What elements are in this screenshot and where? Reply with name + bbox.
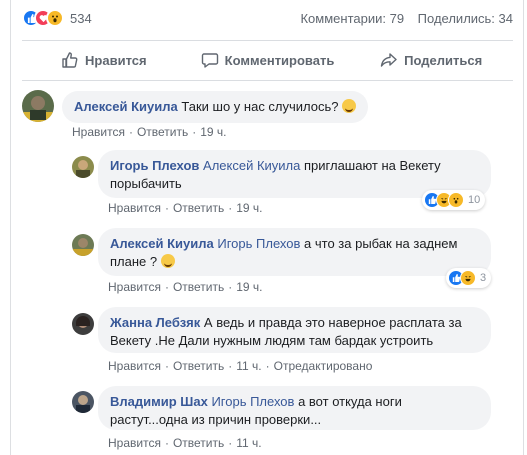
comments-count-link[interactable]: Комментарии: 79 bbox=[300, 11, 404, 26]
avatar[interactable] bbox=[72, 234, 94, 256]
comment-timestamp[interactable]: 11 ч. bbox=[236, 359, 261, 373]
grinning-emoji-icon bbox=[160, 254, 175, 268]
comment-author[interactable]: Жанна Лебзяк bbox=[110, 315, 200, 330]
comment-like-link[interactable]: Нравится bbox=[108, 359, 161, 373]
reaction-count: 10 bbox=[468, 194, 481, 206]
comment-meta: Нравится · Ответить · 19 ч. bbox=[72, 125, 227, 139]
like-button-label: Нравится bbox=[85, 52, 147, 68]
comment-like-link[interactable]: Нравится bbox=[72, 125, 125, 139]
shares-count-link[interactable]: Поделились: 34 bbox=[418, 11, 513, 26]
avatar[interactable] bbox=[72, 313, 94, 335]
comment-timestamp[interactable]: 19 ч. bbox=[200, 125, 226, 139]
comment-author[interactable]: Алексей Киуила bbox=[74, 99, 178, 114]
comment-like-link[interactable]: Нравится bbox=[108, 201, 161, 215]
divider bbox=[22, 40, 513, 41]
comment-author[interactable]: Игорь Плехов bbox=[110, 158, 199, 173]
comment-meta: Нравится · Ответить · 19 ч. bbox=[108, 201, 263, 215]
comment-meta: Нравится · Ответить · 19 ч. bbox=[108, 280, 263, 294]
avatar[interactable] bbox=[72, 391, 94, 413]
comment-bubble: Жанна Лебзяк А ведь и правда это наверно… bbox=[98, 307, 491, 353]
comment-timestamp[interactable]: 11 ч. bbox=[236, 436, 261, 450]
divider bbox=[22, 80, 513, 81]
comment-meta: Нравится · Ответить · 11 ч. bbox=[108, 436, 262, 450]
comment-text: а вот откуда ноги bbox=[298, 394, 402, 409]
share-button-label: Поделиться bbox=[404, 52, 483, 68]
comment-text: А ведь и правда это наверное расплата за bbox=[203, 315, 462, 330]
mention-link[interactable]: Игорь Плехов bbox=[211, 394, 294, 409]
share-arrow-icon bbox=[380, 51, 398, 69]
comment-timestamp[interactable]: 19 ч. bbox=[236, 280, 262, 294]
thumbs-up-icon bbox=[61, 51, 79, 69]
comment-button[interactable]: Комментировать bbox=[186, 44, 350, 76]
wow-icon bbox=[46, 9, 64, 27]
comment-button-label: Комментировать bbox=[224, 52, 335, 68]
comment-reply-link[interactable]: Ответить bbox=[173, 201, 224, 215]
comment-reply-link[interactable]: Ответить bbox=[173, 280, 224, 294]
comment-text: приглашают на Векету bbox=[304, 158, 441, 173]
comment-text: порыбачить bbox=[110, 176, 182, 191]
laughing-emoji-icon bbox=[460, 270, 476, 286]
comment-reply-link[interactable]: Ответить bbox=[173, 436, 224, 450]
edited-indicator[interactable]: Отредактировано bbox=[274, 359, 373, 373]
comment-author[interactable]: Владимир Шах bbox=[110, 394, 208, 409]
comment-reply-link[interactable]: Ответить bbox=[173, 359, 224, 373]
post-stats: 534 Комментарии: 79 Поделились: 34 bbox=[22, 8, 513, 32]
reaction-count: 534 bbox=[70, 10, 92, 26]
comment-icon bbox=[201, 51, 219, 69]
wow-icon bbox=[448, 192, 464, 208]
reaction-summary[interactable]: 534 bbox=[22, 9, 92, 27]
avatar[interactable] bbox=[72, 156, 94, 178]
comment-text: а что за рыбак на заднем bbox=[304, 236, 458, 251]
comment-reactions[interactable]: 3 bbox=[446, 268, 492, 288]
share-button[interactable]: Поделиться bbox=[349, 44, 513, 76]
post-action-bar: Нравится Комментировать Поделиться bbox=[22, 44, 513, 76]
grinning-emoji-icon bbox=[342, 99, 357, 113]
reaction-count: 3 bbox=[480, 272, 487, 284]
comment-like-link[interactable]: Нравится bbox=[108, 436, 161, 450]
comment-reply-link[interactable]: Ответить bbox=[137, 125, 188, 139]
mention-link[interactable]: Алексей Киуила bbox=[203, 158, 300, 173]
comment-text: Векету .Не Дали нужным людям там бардак … bbox=[110, 333, 434, 348]
comment-timestamp[interactable]: 19 ч. bbox=[236, 201, 262, 215]
comment-text: растут...одна из причин проверки... bbox=[110, 412, 322, 427]
comment-meta: Нравится · Ответить · 11 ч. · Отредактировано bbox=[108, 359, 373, 373]
comment-bubble: Алексей Киуила Таки шо у нас случилось? bbox=[62, 91, 369, 123]
comment-text: плане ? bbox=[110, 254, 158, 269]
avatar[interactable] bbox=[22, 90, 54, 122]
comment-reactions[interactable]: 10 bbox=[422, 190, 486, 210]
mention-link[interactable]: Игорь Плехов bbox=[217, 236, 300, 251]
comment-bubble: Владимир Шах Игорь Плехов а вот откуда н… bbox=[98, 386, 491, 430]
comment-like-link[interactable]: Нравится bbox=[108, 280, 161, 294]
comment-author[interactable]: Алексей Киуила bbox=[110, 236, 214, 251]
comment-text: Таки шо у нас случилось? bbox=[181, 99, 339, 114]
comment-bubble: Алексей Киуила Игорь Плехов а что за рыб… bbox=[98, 228, 491, 276]
like-button[interactable]: Нравится bbox=[22, 44, 186, 76]
